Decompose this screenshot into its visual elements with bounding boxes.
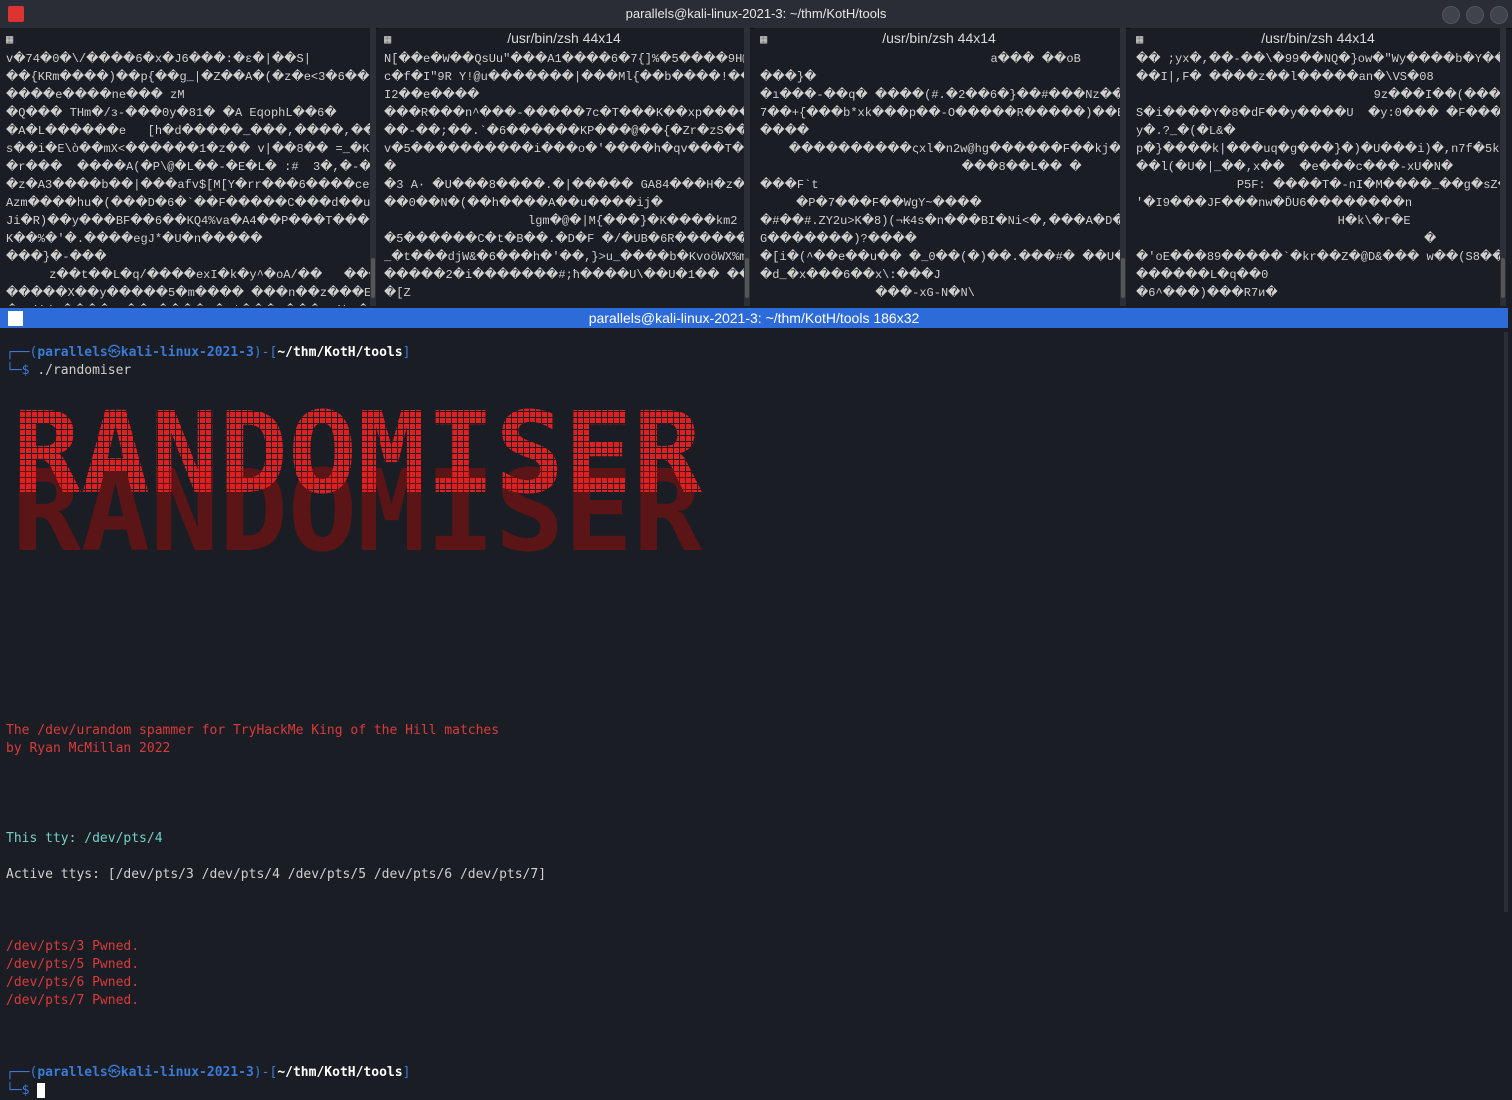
pane-scrollbar[interactable]: [1120, 28, 1126, 306]
pane-title: /usr/bin/zsh 44x14: [882, 30, 996, 46]
logo-text: RANDOMISER: [12, 400, 703, 519]
pwned-line: /dev/pts/7 Pwned.: [6, 993, 140, 1008]
prompt-at: ㉿: [107, 345, 121, 360]
pwned-line: /dev/pts/3 Pwned.: [6, 939, 140, 954]
prompt-host: kali-linux-2021-3: [120, 345, 254, 360]
prompt-path: ~/thm/KotH/tools: [277, 345, 403, 360]
pane-header: ▦/usr/bin/zsh 44x14: [1130, 28, 1506, 48]
prompt-command: ./randomiser: [37, 363, 132, 378]
main-pane-title: parallels@kali-linux-2021-3: ~/thm/KotH/…: [588, 310, 920, 326]
pane-header: ▦/usr/bin/zsh 44x14: [754, 28, 1124, 48]
terminal-pane-4[interactable]: ▦/usr/bin/zsh 44x14 �� ;yx�,��-��\�99��N…: [1130, 28, 1506, 306]
prompt-host: kali-linux-2021-3: [120, 1065, 254, 1080]
pane-output: v�74�0�\/����6�x�J6���:�ε�|��S| ��{KRm��…: [6, 52, 376, 306]
prompt-user: parallels: [37, 1065, 108, 1080]
pane-menu-icon[interactable]: ▦: [6, 32, 13, 46]
this-tty-line: This tty: /dev/pts/4: [6, 831, 163, 846]
close-button[interactable]: [1490, 6, 1508, 24]
minimize-button[interactable]: [1442, 6, 1460, 24]
prompt-user: parallels: [37, 345, 108, 360]
maximize-button[interactable]: [1466, 6, 1484, 24]
pane-title: /usr/bin/zsh 44x14: [507, 30, 621, 46]
pane-output: �� ;yx�,��-��\�99��NQ�}ow�"Wy����b�Y���A…: [1136, 52, 1506, 300]
pane-title: /usr/bin/zsh 44x14: [1261, 30, 1375, 46]
tagline: The /dev/urandom spammer for TryHackMe K…: [6, 723, 500, 738]
main-scrollbar[interactable]: [1504, 332, 1508, 912]
terminal-pane-3[interactable]: ▦/usr/bin/zsh 44x14 a��� ��oB ���}� �ı��…: [754, 28, 1124, 306]
pwned-line: /dev/pts/6 Pwned.: [6, 975, 140, 990]
text-cursor: [37, 1083, 46, 1098]
pane-scrollbar[interactable]: [370, 28, 376, 306]
window-titlebar: parallels@kali-linux-2021-3: ~/thm/KotH/…: [0, 0, 1512, 29]
pane-output: N[��e�W��QsUu"���A1����6�7{]%�5����9H@��…: [384, 52, 750, 300]
pwned-line: /dev/pts/5 Pwned.: [6, 957, 140, 972]
pane-scrollbar[interactable]: [1500, 28, 1506, 306]
randomiser-ascii-logo: RANDOMISER RANDOMISER: [12, 400, 703, 570]
terminal-pane-1[interactable]: ▦ v�74�0�\/����6�x�J6���:�ε�|��S| ��{KRm…: [0, 28, 376, 306]
pane-output: a��� ��oB ���}� �ı���-��q� ����(#.�2��6�…: [760, 52, 1124, 300]
pane-header: ▦/usr/bin/zsh 44x14: [378, 28, 750, 48]
active-ttys-line: Active ttys: [/dev/pts/3 /dev/pts/4 /dev…: [6, 867, 547, 882]
prompt-at: ㉿: [107, 1065, 121, 1080]
window-title: parallels@kali-linux-2021-3: ~/thm/KotH/…: [625, 6, 887, 21]
pane-scrollbar[interactable]: [744, 28, 750, 306]
prompt-path: ~/thm/KotH/tools: [277, 1065, 403, 1080]
main-pane-header: parallels@kali-linux-2021-3: ~/thm/KotH/…: [0, 308, 1508, 328]
pane-header: ▦: [0, 28, 376, 48]
terminal-pane-2[interactable]: ▦/usr/bin/zsh 44x14 N[��e�W��QsUu"���A1�…: [378, 28, 750, 306]
author-line: by Ryan McMillan 2022: [6, 741, 171, 756]
